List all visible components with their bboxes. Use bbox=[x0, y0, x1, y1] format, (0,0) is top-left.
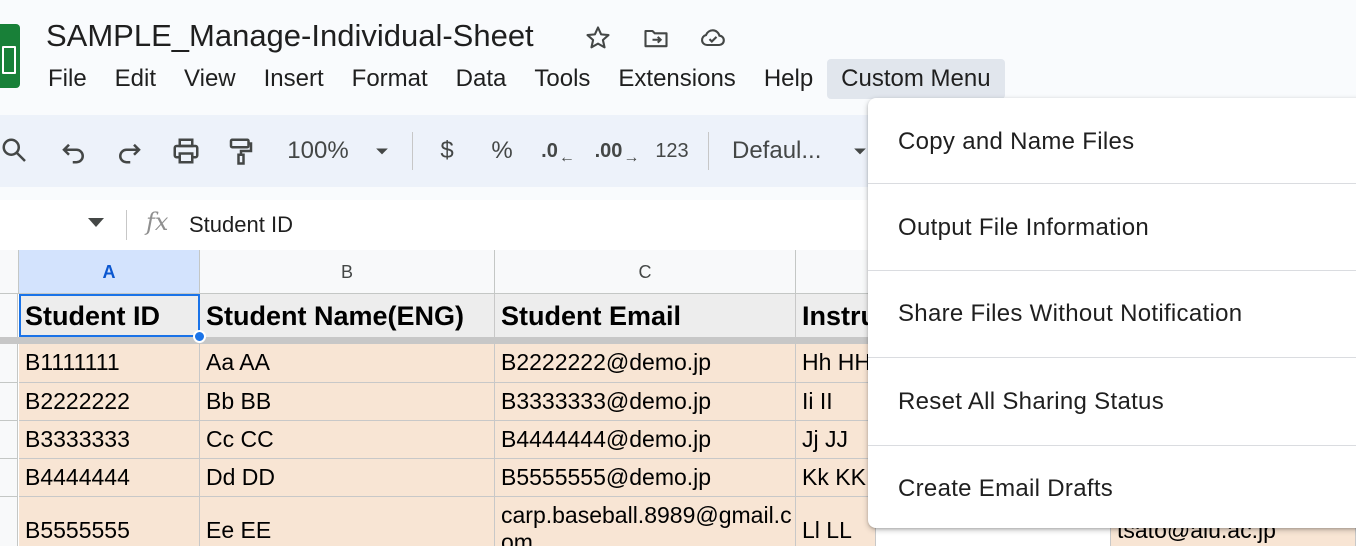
cell[interactable]: B5555555 bbox=[19, 497, 200, 546]
toolbar-divider bbox=[708, 132, 709, 170]
undo-icon[interactable] bbox=[56, 115, 92, 187]
cell[interactable]: Ee EE bbox=[200, 497, 495, 546]
cell-header-student-email[interactable]: Student Email bbox=[495, 294, 796, 338]
cloud-saved-icon[interactable] bbox=[697, 22, 729, 54]
cell[interactable]: Dd DD bbox=[200, 459, 495, 497]
zoom-dropdown-icon[interactable] bbox=[370, 115, 394, 187]
font-select[interactable]: Defaul... bbox=[732, 115, 836, 187]
document-title[interactable]: SAMPLE_Manage-Individual-Sheet bbox=[46, 16, 534, 56]
column-header-d[interactable] bbox=[796, 250, 876, 294]
menu-file[interactable]: File bbox=[34, 59, 101, 99]
menu-tools[interactable]: Tools bbox=[520, 59, 604, 99]
menu-format[interactable]: Format bbox=[338, 59, 442, 99]
cell[interactable]: B2222222 bbox=[19, 383, 200, 421]
cell[interactable]: Cc CC bbox=[200, 421, 495, 459]
column-header-a[interactable]: A bbox=[19, 250, 200, 294]
menu-help[interactable]: Help bbox=[750, 59, 827, 99]
menu-item-create-email-drafts[interactable]: Create Email Drafts bbox=[868, 445, 1356, 532]
cell[interactable]: carp.baseball.8989@gmail.com bbox=[495, 497, 796, 546]
select-all-corner[interactable] bbox=[0, 250, 19, 294]
cell[interactable]: B4444444@demo.jp bbox=[495, 421, 796, 459]
row-header[interactable] bbox=[0, 344, 18, 383]
search-icon[interactable] bbox=[0, 115, 30, 187]
menu-view[interactable]: View bbox=[170, 59, 250, 99]
menu-item-output-file-information[interactable]: Output File Information bbox=[868, 184, 1356, 271]
menu-item-reset-all-sharing-status[interactable]: Reset All Sharing Status bbox=[868, 358, 1356, 445]
menu-edit[interactable]: Edit bbox=[101, 59, 170, 99]
frozen-row-divider[interactable] bbox=[0, 337, 870, 344]
sheets-logo[interactable] bbox=[0, 24, 20, 88]
row-header[interactable] bbox=[0, 421, 18, 459]
percent-label: % bbox=[491, 137, 513, 164]
paint-format-icon[interactable] bbox=[223, 115, 259, 187]
cell[interactable]: B2222222@demo.jp bbox=[495, 344, 796, 383]
cell[interactable]: Ll LL bbox=[796, 497, 876, 546]
cell-header-student-name[interactable]: Student Name(ENG) bbox=[200, 294, 495, 338]
fill-handle[interactable] bbox=[193, 330, 206, 343]
move-to-folder-icon[interactable] bbox=[640, 22, 672, 54]
cell[interactable]: Jj JJ bbox=[796, 421, 876, 459]
cell[interactable]: Bb BB bbox=[200, 383, 495, 421]
more-formats-button[interactable]: 123 bbox=[652, 115, 692, 187]
arrow-right-icon: → bbox=[623, 149, 640, 166]
formula-bar-divider bbox=[126, 210, 127, 240]
cell[interactable]: B3333333 bbox=[19, 421, 200, 459]
zoom-select[interactable]: 100% bbox=[282, 115, 354, 187]
cell[interactable]: Kk KK bbox=[796, 459, 876, 497]
currency-label: $ bbox=[440, 137, 454, 164]
arrow-left-icon: ← bbox=[558, 149, 575, 166]
toolbar-divider bbox=[412, 132, 413, 170]
cell-header-instructor[interactable]: Instru bbox=[796, 294, 876, 338]
menu-custom-menu[interactable]: Custom Menu bbox=[827, 59, 1005, 99]
cell[interactable]: Hh HH bbox=[796, 344, 876, 383]
cell[interactable]: B3333333@demo.jp bbox=[495, 383, 796, 421]
cell[interactable]: Ii II bbox=[796, 383, 876, 421]
menu-data[interactable]: Data bbox=[442, 59, 521, 99]
menu-insert[interactable]: Insert bbox=[250, 59, 338, 99]
font-value: Defaul... bbox=[732, 137, 822, 164]
sheets-app: { "document": { "title": "SAMPLE_Manage-… bbox=[0, 0, 1356, 546]
active-cell-selection bbox=[19, 294, 200, 337]
decrease-decimal-label: .0 bbox=[541, 139, 558, 162]
decrease-decimal-button[interactable]: .0 ← bbox=[538, 115, 578, 187]
star-icon[interactable] bbox=[582, 22, 614, 54]
row-header[interactable] bbox=[0, 497, 18, 546]
menu-extensions[interactable]: Extensions bbox=[604, 59, 749, 99]
menu-item-share-files-without-notification[interactable]: Share Files Without Notification bbox=[868, 270, 1356, 357]
menu-item-copy-and-name-files[interactable]: Copy and Name Files bbox=[868, 98, 1356, 185]
column-header-b[interactable]: B bbox=[200, 250, 495, 294]
increase-decimal-label: .00 bbox=[594, 139, 623, 162]
formula-input[interactable]: Student ID bbox=[189, 212, 293, 238]
redo-icon[interactable] bbox=[111, 115, 147, 187]
print-icon[interactable] bbox=[168, 115, 204, 187]
name-box-dropdown-icon[interactable] bbox=[88, 218, 104, 227]
menubar: File Edit View Insert Format Data Tools … bbox=[34, 59, 1005, 99]
row-header[interactable] bbox=[0, 294, 18, 338]
fx-icon: fx bbox=[146, 208, 169, 236]
percent-format-button[interactable]: % bbox=[487, 115, 517, 187]
cell[interactable]: B4444444 bbox=[19, 459, 200, 497]
zoom-value: 100% bbox=[287, 137, 349, 164]
cell[interactable]: B1111111 bbox=[19, 344, 200, 383]
cell[interactable]: B5555555@demo.jp bbox=[495, 459, 796, 497]
currency-format-button[interactable]: $ bbox=[432, 115, 462, 187]
row-header[interactable] bbox=[0, 459, 18, 497]
column-header-c[interactable]: C bbox=[495, 250, 796, 294]
cell[interactable]: Aa AA bbox=[200, 344, 495, 383]
increase-decimal-button[interactable]: .00 → bbox=[594, 115, 640, 187]
more-formats-label: 123 bbox=[655, 139, 689, 162]
custom-menu-dropdown: Copy and Name Files Output File Informat… bbox=[868, 98, 1356, 528]
row-header[interactable] bbox=[0, 383, 18, 421]
